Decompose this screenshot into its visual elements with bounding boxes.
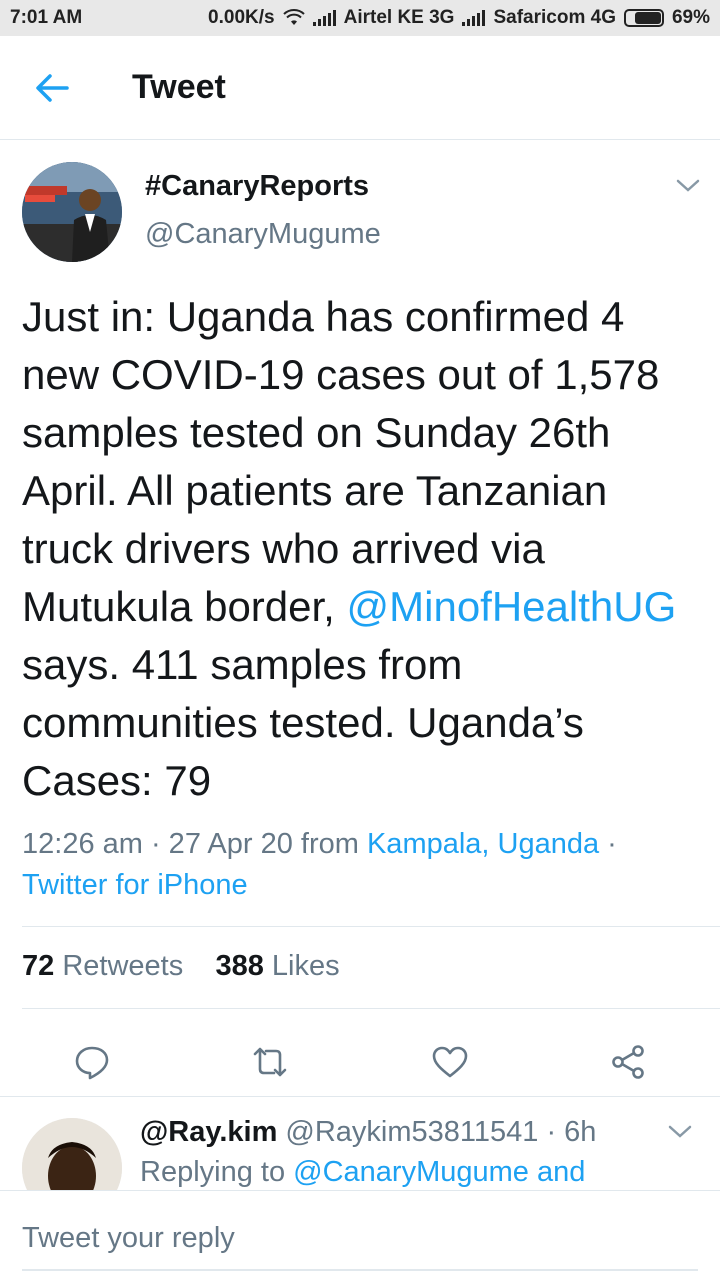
page-title: Tweet — [132, 68, 226, 106]
tweet-actions — [0, 1032, 720, 1098]
retweets-label: Retweets — [62, 950, 184, 982]
tweet-stats: 72 Retweets 388 Likes — [22, 950, 340, 983]
arrow-left-icon — [36, 73, 69, 102]
reply-header: @Ray.kim @Raykim53811541 · 6h — [140, 1116, 596, 1149]
battery-icon — [623, 9, 664, 27]
carrier-2: Safaricom 4G — [493, 7, 616, 28]
signal-icon — [312, 10, 336, 26]
tweet-meta: 12:26 am · 27 Apr 20 from Kampala, Ugand… — [22, 824, 702, 906]
tweet-timestamp: 12:26 am · 27 Apr 20 from — [22, 828, 367, 860]
retweet-icon — [253, 1047, 287, 1077]
like-count: 388 — [215, 950, 264, 982]
status-bar: 7:01 AM 0.00K/s Airtel KE 3G Safaricom 4… — [0, 0, 720, 36]
back-button[interactable] — [0, 36, 104, 140]
replying-to-link[interactable]: @CanaryMugume and — [293, 1156, 585, 1188]
avatar[interactable] — [22, 162, 122, 262]
status-time: 7:01 AM — [10, 7, 83, 28]
mention-link[interactable]: @MinofHealthUG — [347, 583, 677, 630]
like-button[interactable] — [420, 1032, 480, 1092]
heart-icon — [432, 1046, 468, 1078]
retweets-stat[interactable]: 72 Retweets — [22, 950, 183, 982]
location-link[interactable]: Kampala, Uganda — [367, 828, 599, 860]
tweet-text-part: Just in: Uganda has confirmed 4 new COVI… — [22, 293, 660, 630]
tweet-body: Just in: Uganda has confirmed 4 new COVI… — [22, 288, 702, 810]
chevron-down-icon[interactable] — [676, 178, 700, 194]
share-icon — [612, 1045, 644, 1079]
retweet-button[interactable] — [240, 1032, 300, 1092]
avatar-image — [22, 1118, 122, 1190]
reply-tweet[interactable]: @Ray.kim @Raykim53811541 · 6h Replying t… — [0, 1096, 720, 1190]
author-name[interactable]: #CanaryReports — [145, 170, 369, 203]
replying-to: Replying to @CanaryMugume and — [140, 1156, 585, 1189]
avatar[interactable] — [22, 1118, 122, 1190]
app-header: Tweet — [0, 36, 720, 140]
source-link[interactable]: Twitter for iPhone — [22, 869, 248, 901]
likes-label: Likes — [271, 950, 340, 982]
input-underline — [22, 1269, 698, 1271]
battery-level: 69% — [671, 7, 710, 28]
chevron-down-icon[interactable] — [668, 1124, 692, 1140]
carrier-1: Airtel KE 3G — [343, 7, 455, 28]
divider — [22, 926, 720, 927]
reply-input[interactable] — [22, 1213, 698, 1263]
avatar-image — [22, 162, 122, 262]
comment-icon — [75, 1046, 109, 1080]
reply-handle-time: @Raykim53811541 · 6h — [277, 1116, 597, 1148]
likes-stat[interactable]: 388 Likes — [215, 950, 339, 982]
author-handle[interactable]: @CanaryMugume — [145, 218, 381, 251]
tweet-text-part: says. 411 samples from communities teste… — [22, 641, 584, 804]
divider — [22, 1008, 720, 1009]
share-button[interactable] — [598, 1032, 658, 1092]
reply-button[interactable] — [62, 1032, 122, 1092]
status-indicators: 0.00K/s Airtel KE 3G Safaricom 4G 69% — [208, 7, 710, 29]
reply-author-name[interactable]: @Ray.kim — [140, 1116, 277, 1148]
signal-icon — [462, 10, 486, 26]
reply-composer — [0, 1190, 720, 1280]
network-speed: 0.00K/s — [208, 7, 275, 28]
replying-to-label: Replying to — [140, 1156, 294, 1188]
meta-separator: · — [599, 828, 617, 860]
retweet-count: 72 — [22, 950, 55, 982]
wifi-icon — [282, 9, 305, 25]
